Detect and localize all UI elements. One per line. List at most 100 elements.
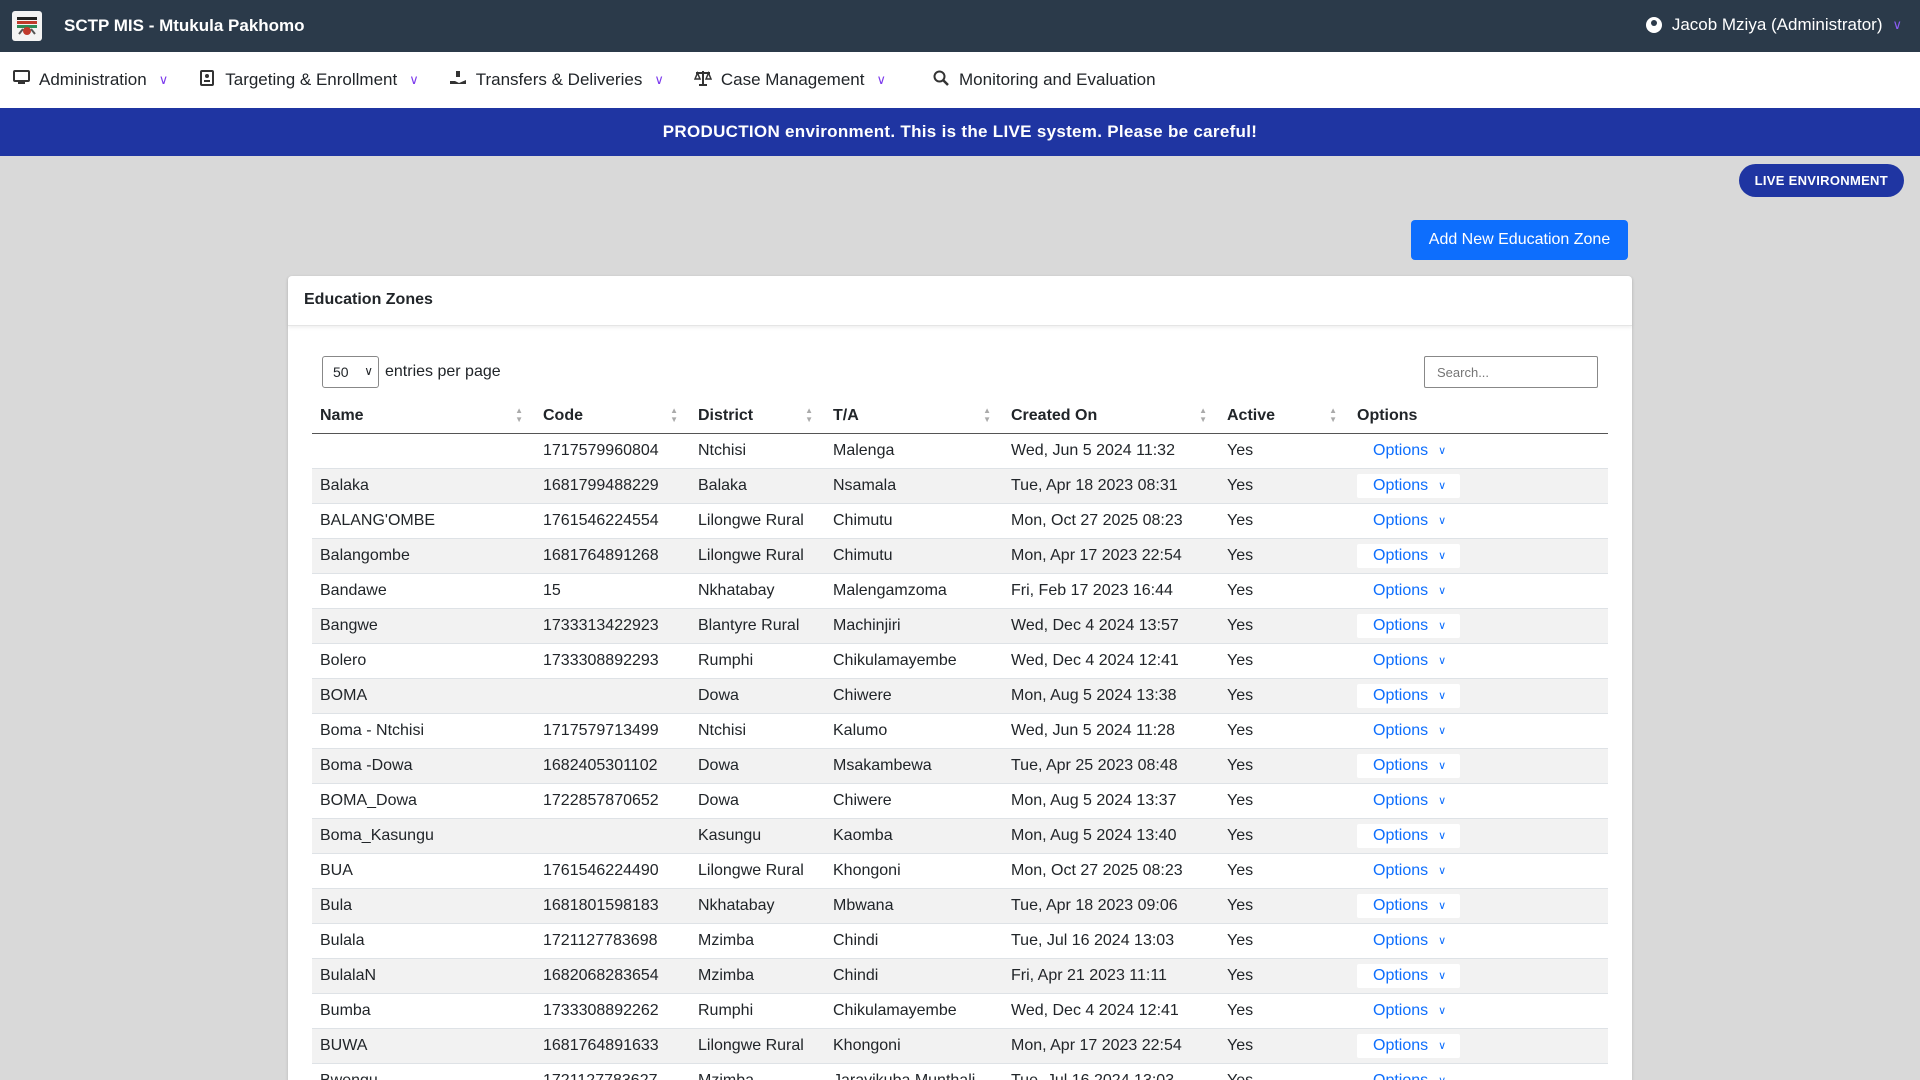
- cell-name: Boma_Kasungu: [312, 818, 535, 854]
- search-input[interactable]: [1424, 356, 1598, 388]
- cell-active: Yes: [1219, 1063, 1349, 1080]
- cell-code: [535, 818, 690, 854]
- chevron-down-icon: ∨: [1438, 795, 1447, 807]
- options-dropdown-button[interactable]: Options ∨: [1357, 613, 1461, 638]
- per-page-select[interactable]: 50 ∨: [322, 356, 379, 388]
- live-environment-badge: LIVE ENVIRONMENT: [1738, 164, 1904, 197]
- cell-created-on: Wed, Jun 5 2024 11:28: [1003, 713, 1219, 749]
- column-header-name[interactable]: Name ▲ ▼: [312, 400, 535, 434]
- table-row: Bwengu 1721127783627 Mzimba Jaravikuba Munt…: [312, 1063, 1608, 1080]
- table-row: BOMA Dowa Chiwere Mon, Aug 5 2024 13:38 Yes O…: [312, 678, 1608, 714]
- chevron-down-icon: ∨: [1892, 17, 1902, 32]
- nav-administration[interactable]: Administration ∨: [12, 70, 168, 90]
- options-dropdown-button[interactable]: Options ∨: [1357, 508, 1461, 533]
- table-row: BUWA 1681764891633 Lilongwe Rural Khongoni M…: [312, 1028, 1608, 1064]
- cell-created-on: Mon, Aug 5 2024 13:37: [1003, 783, 1219, 819]
- chevron-down-icon: ∨: [1438, 1005, 1447, 1017]
- options-dropdown-button[interactable]: Options ∨: [1357, 578, 1461, 603]
- cell-active: Yes: [1219, 783, 1349, 819]
- column-header-code[interactable]: Code ▲ ▼: [535, 400, 690, 434]
- cell-created-on: Fri, Feb 17 2023 16:44: [1003, 573, 1219, 609]
- options-dropdown-button[interactable]: Options ∨: [1357, 683, 1461, 708]
- column-header-active[interactable]: Active ▲ ▼: [1219, 400, 1349, 434]
- cell-created-on: Mon, Apr 17 2023 22:54: [1003, 538, 1219, 574]
- cell-options: Options ∨: [1349, 853, 1608, 889]
- cell-ta: Msakambewa: [825, 748, 1003, 784]
- table-row: Bangwe 1733313422923 Blantyre Rural Machinj…: [312, 608, 1608, 644]
- scale-icon: [693, 70, 712, 91]
- options-dropdown-button[interactable]: Options ∨: [1357, 543, 1461, 568]
- cell-district: Lilongwe Rural: [690, 503, 825, 539]
- options-dropdown-button[interactable]: Options ∨: [1357, 718, 1461, 743]
- cell-code: 1681799488229: [535, 468, 690, 504]
- cell-code: 1682068283654: [535, 958, 690, 994]
- cell-district: Ntchisi: [690, 433, 825, 469]
- options-label: Options: [1373, 1001, 1429, 1019]
- cell-created-on: Wed, Dec 4 2024 12:41: [1003, 993, 1219, 1029]
- options-dropdown-button[interactable]: Options ∨: [1357, 648, 1461, 673]
- cell-name: Balaka: [312, 468, 535, 504]
- cell-active: Yes: [1219, 643, 1349, 679]
- cell-active: Yes: [1219, 573, 1349, 609]
- cell-ta: Chikulamayembe: [825, 643, 1003, 679]
- nav-label: Monitoring and Evaluation: [959, 70, 1156, 89]
- options-dropdown-button[interactable]: Options ∨: [1357, 473, 1461, 498]
- chevron-down-icon: ∨: [409, 72, 419, 87]
- options-dropdown-button[interactable]: Options ∨: [1357, 893, 1461, 918]
- user-menu[interactable]: Jacob Mziya (Administrator) ∨: [1645, 15, 1902, 35]
- chevron-down-icon: ∨: [364, 364, 373, 378]
- options-dropdown-button[interactable]: Options ∨: [1357, 928, 1461, 953]
- cell-active: Yes: [1219, 678, 1349, 714]
- cell-code: 1681764891633: [535, 1028, 690, 1064]
- options-dropdown-button[interactable]: Options ∨: [1357, 788, 1461, 813]
- nav-transfers-deliveries[interactable]: Transfers & Deliveries ∨: [449, 70, 664, 91]
- chevron-down-icon: ∨: [876, 72, 886, 87]
- cell-code: 1721127783627: [535, 1063, 690, 1080]
- nav-targeting-enrollment[interactable]: Targeting & Enrollment ∨: [198, 69, 419, 91]
- main-nav: Administration ∨ Targeting & Enrollment …: [0, 52, 1920, 108]
- cell-ta: Machinjiri: [825, 608, 1003, 644]
- cell-created-on: Tue, Apr 25 2023 08:48: [1003, 748, 1219, 784]
- cell-active: Yes: [1219, 608, 1349, 644]
- options-dropdown-button[interactable]: Options ∨: [1357, 823, 1461, 848]
- chevron-down-icon: ∨: [1438, 865, 1447, 877]
- column-header-created-on[interactable]: Created On ▲ ▼: [1003, 400, 1219, 434]
- app-logo[interactable]: [12, 11, 42, 41]
- education-zones-table: Name ▲ ▼ Code ▲ ▼ District ▲ ▼ T/A ▲ ▼ Created O…: [312, 400, 1608, 1080]
- app-title[interactable]: SCTP MIS - Mtukula Pakhomo: [64, 16, 305, 36]
- cell-code: 1761546224490: [535, 853, 690, 889]
- cell-district: Dowa: [690, 678, 825, 714]
- options-dropdown-button[interactable]: Options ∨: [1357, 1033, 1461, 1058]
- cell-ta: Nsamala: [825, 468, 1003, 504]
- cell-district: Dowa: [690, 783, 825, 819]
- table-row: Boma -Dowa 1682405301102 Dowa Msakambewa Tue…: [312, 748, 1608, 784]
- table-row: Balaka 1681799488229 Balaka Nsamala Tue, Apr…: [312, 468, 1608, 504]
- options-dropdown-button[interactable]: Options ∨: [1357, 438, 1461, 463]
- add-education-zone-button[interactable]: Add New Education Zone: [1411, 220, 1628, 260]
- cell-code: 1733313422923: [535, 608, 690, 644]
- options-label: Options: [1373, 756, 1429, 774]
- cell-name: BulalaN: [312, 958, 535, 994]
- nav-case-management[interactable]: Case Management ∨: [693, 70, 886, 91]
- cell-district: Mzimba: [690, 1063, 825, 1080]
- cell-active: Yes: [1219, 888, 1349, 924]
- cell-active: Yes: [1219, 818, 1349, 854]
- options-label: Options: [1373, 686, 1429, 704]
- options-dropdown-button[interactable]: Options ∨: [1357, 858, 1461, 883]
- nav-monitoring-evaluation[interactable]: Monitoring and Evaluation: [932, 70, 1156, 91]
- cell-ta: Kalumo: [825, 713, 1003, 749]
- cell-active: Yes: [1219, 853, 1349, 889]
- column-header-district[interactable]: District ▲ ▼: [690, 400, 825, 434]
- options-dropdown-button[interactable]: Options ∨: [1357, 963, 1461, 988]
- options-dropdown-button[interactable]: Options ∨: [1357, 998, 1461, 1023]
- cell-created-on: Mon, Oct 27 2025 08:23: [1003, 503, 1219, 539]
- column-header-ta[interactable]: T/A ▲ ▼: [825, 400, 1003, 434]
- cell-name: BALANG'OMBE: [312, 503, 535, 539]
- table-row: Boma - Ntchisi 1717579713499 Ntchisi Kalumo…: [312, 713, 1608, 749]
- table-row: 1717579960804 Ntchisi Malenga Wed, Jun 5 20…: [312, 433, 1608, 469]
- cell-active: Yes: [1219, 1028, 1349, 1064]
- chevron-down-icon: ∨: [1438, 655, 1447, 667]
- cell-code: 1717579713499: [535, 713, 690, 749]
- options-dropdown-button[interactable]: Options ∨: [1357, 753, 1461, 778]
- options-dropdown-button[interactable]: Options ∨: [1357, 1068, 1461, 1080]
